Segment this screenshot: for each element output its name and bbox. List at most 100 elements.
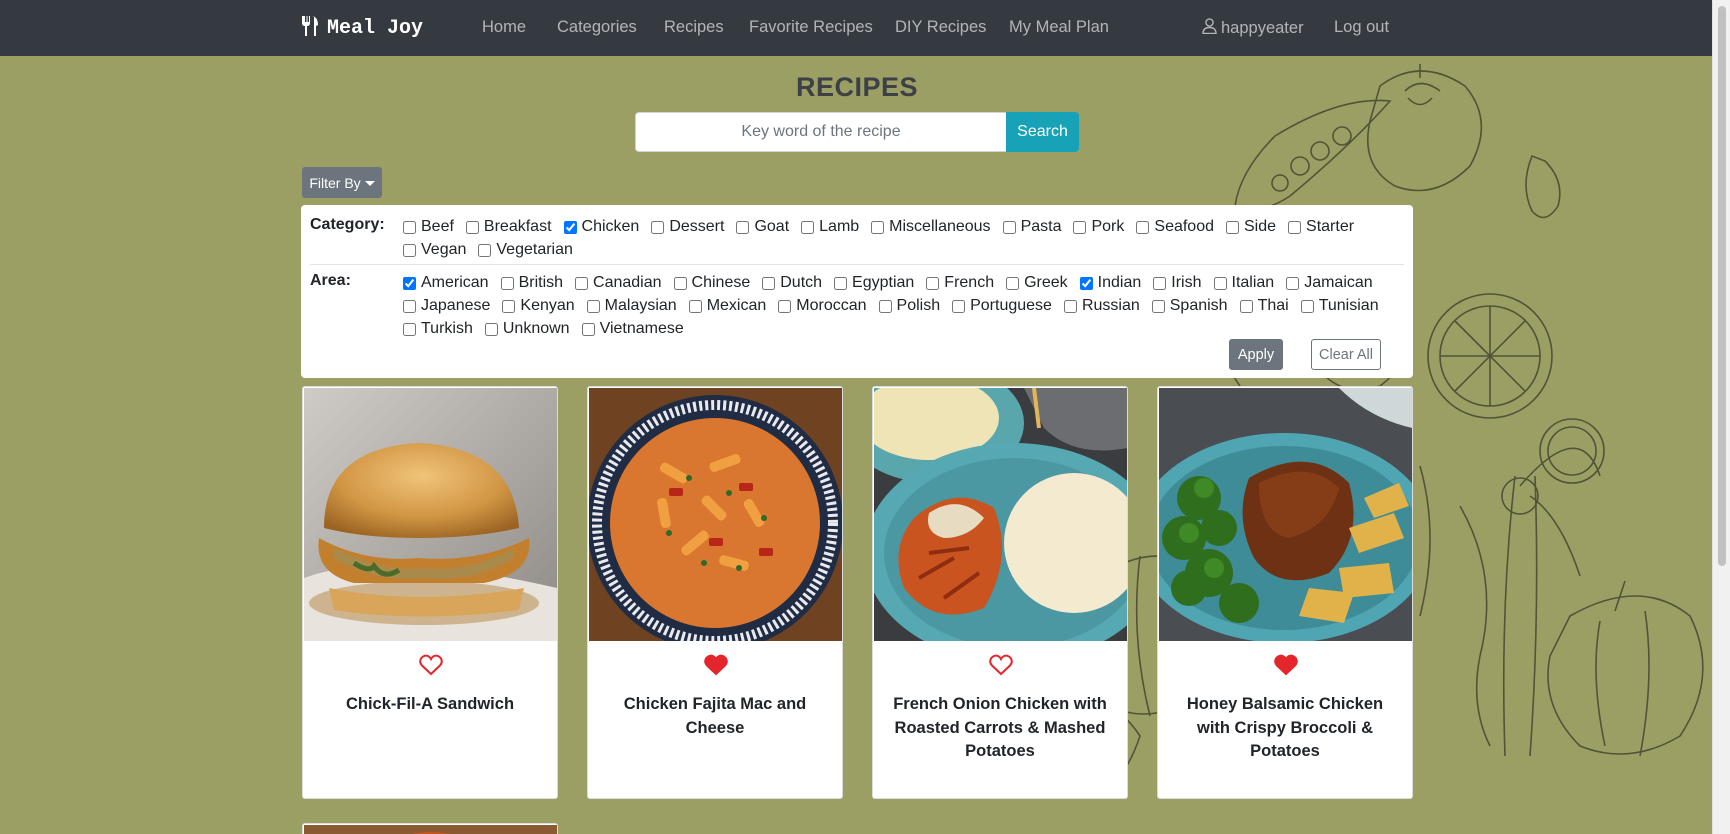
category-option-vegan[interactable]: Vegan xyxy=(403,240,466,260)
recipe-title[interactable]: French Onion Chicken with Roasted Carrot… xyxy=(887,693,1113,764)
area-checkbox-unknown[interactable] xyxy=(484,322,498,336)
category-checkbox-starter[interactable] xyxy=(1288,220,1302,234)
area-checkbox-french[interactable] xyxy=(926,276,940,290)
area-checkbox-vietnamese[interactable] xyxy=(581,322,595,336)
category-option-seafood[interactable]: Seafood xyxy=(1136,217,1214,237)
recipe-card[interactable]: French Onion Chicken with Roasted Carrot… xyxy=(872,386,1128,799)
area-option-egyptian[interactable]: Egyptian xyxy=(834,273,914,293)
category-option-side[interactable]: Side xyxy=(1226,217,1276,237)
recipe-image[interactable] xyxy=(874,388,1127,641)
area-option-jamaican[interactable]: Jamaican xyxy=(1286,273,1373,293)
recipe-image[interactable] xyxy=(1159,388,1412,641)
area-checkbox-jamaican[interactable] xyxy=(1286,276,1300,290)
area-checkbox-british[interactable] xyxy=(500,276,514,290)
area-option-moroccan[interactable]: Moroccan xyxy=(778,296,867,316)
area-checkbox-polish[interactable] xyxy=(878,299,892,313)
category-option-vegetarian[interactable]: Vegetarian xyxy=(478,240,573,260)
logout-link[interactable]: Log out xyxy=(1334,18,1389,37)
category-option-chicken[interactable]: Chicken xyxy=(563,217,639,237)
search-button[interactable]: Search xyxy=(1006,112,1079,152)
filter-by-dropdown-button[interactable]: Filter By xyxy=(302,167,382,198)
area-option-mexican[interactable]: Mexican xyxy=(688,296,766,316)
category-option-goat[interactable]: Goat xyxy=(736,217,789,237)
area-checkbox-dutch[interactable] xyxy=(762,276,776,290)
area-checkbox-canadian[interactable] xyxy=(575,276,589,290)
area-option-vietnamese[interactable]: Vietnamese xyxy=(581,319,684,339)
recipe-card[interactable]: Chick-Fil-A Sandwich xyxy=(302,386,558,799)
category-option-lamb[interactable]: Lamb xyxy=(801,217,859,237)
area-option-spanish[interactable]: Spanish xyxy=(1151,296,1228,316)
category-checkbox-miscellaneous[interactable] xyxy=(871,220,885,234)
area-option-thai[interactable]: Thai xyxy=(1239,296,1289,316)
area-checkbox-portuguese[interactable] xyxy=(952,299,966,313)
recipe-title[interactable]: Chick-Fil-A Sandwich xyxy=(317,693,543,717)
area-checkbox-mexican[interactable] xyxy=(688,299,702,313)
area-option-malaysian[interactable]: Malaysian xyxy=(586,296,677,316)
nav-categories[interactable]: Categories xyxy=(557,18,637,37)
area-option-dutch[interactable]: Dutch xyxy=(762,273,822,293)
area-option-polish[interactable]: Polish xyxy=(878,296,940,316)
area-option-french[interactable]: French xyxy=(926,273,994,293)
category-option-pasta[interactable]: Pasta xyxy=(1002,217,1061,237)
area-option-chinese[interactable]: Chinese xyxy=(673,273,750,293)
category-checkbox-chicken[interactable] xyxy=(563,220,577,234)
recipe-card[interactable]: Chicken Fajita Mac and Cheese xyxy=(587,386,843,799)
area-option-turkish[interactable]: Turkish xyxy=(403,319,473,339)
nav-favorite-recipes[interactable]: Favorite Recipes xyxy=(749,18,873,37)
area-option-indian[interactable]: Indian xyxy=(1079,273,1141,293)
category-option-dessert[interactable]: Dessert xyxy=(651,217,724,237)
area-checkbox-kenyan[interactable] xyxy=(502,299,516,313)
area-checkbox-japanese[interactable] xyxy=(403,299,416,313)
area-checkbox-thai[interactable] xyxy=(1239,299,1253,313)
category-checkbox-pork[interactable] xyxy=(1073,220,1087,234)
category-option-starter[interactable]: Starter xyxy=(1288,217,1354,237)
area-checkbox-indian[interactable] xyxy=(1079,276,1093,290)
apply-filter-button[interactable]: Apply xyxy=(1229,339,1283,370)
area-checkbox-russian[interactable] xyxy=(1063,299,1077,313)
area-option-portuguese[interactable]: Portuguese xyxy=(952,296,1052,316)
category-option-beef[interactable]: Beef xyxy=(403,217,454,237)
recipe-image[interactable] xyxy=(589,388,842,641)
category-option-pork[interactable]: Pork xyxy=(1073,217,1124,237)
area-checkbox-spanish[interactable] xyxy=(1151,299,1165,313)
category-checkbox-lamb[interactable] xyxy=(801,220,815,234)
area-option-american[interactable]: American xyxy=(403,273,489,293)
vertical-scrollbar[interactable] xyxy=(1712,0,1730,834)
area-checkbox-irish[interactable] xyxy=(1153,276,1167,290)
category-checkbox-beef[interactable] xyxy=(403,220,416,234)
area-checkbox-moroccan[interactable] xyxy=(778,299,792,313)
category-checkbox-side[interactable] xyxy=(1226,220,1239,234)
recipe-card-partial[interactable] xyxy=(302,823,558,834)
area-checkbox-malaysian[interactable] xyxy=(586,299,600,313)
favorite-heart-outline-icon[interactable] xyxy=(419,654,443,676)
user-profile-link[interactable]: happyeater xyxy=(1202,18,1304,39)
brand-logo[interactable]: Meal Joy xyxy=(301,14,423,42)
category-checkbox-breakfast[interactable] xyxy=(465,220,479,234)
area-option-irish[interactable]: Irish xyxy=(1153,273,1202,293)
recipe-card[interactable]: Honey Balsamic Chicken with Crispy Brocc… xyxy=(1157,386,1413,799)
category-checkbox-vegetarian[interactable] xyxy=(478,243,492,257)
category-checkbox-pasta[interactable] xyxy=(1002,220,1016,234)
nav-my-meal-plan[interactable]: My Meal Plan xyxy=(1009,18,1109,37)
scrollbar-thumb[interactable] xyxy=(1718,6,1726,566)
area-checkbox-american[interactable] xyxy=(403,276,416,290)
area-option-british[interactable]: British xyxy=(500,273,563,293)
area-option-japanese[interactable]: Japanese xyxy=(403,296,490,316)
favorite-heart-filled-icon[interactable] xyxy=(704,654,728,676)
nav-diy-recipes[interactable]: DIY Recipes xyxy=(895,18,986,37)
area-checkbox-chinese[interactable] xyxy=(673,276,687,290)
recipe-search-input[interactable] xyxy=(635,112,1006,152)
area-checkbox-greek[interactable] xyxy=(1006,276,1020,290)
recipe-image[interactable] xyxy=(304,388,557,641)
category-checkbox-seafood[interactable] xyxy=(1136,220,1150,234)
area-option-kenyan[interactable]: Kenyan xyxy=(502,296,575,316)
clear-all-button[interactable]: Clear All xyxy=(1311,339,1381,370)
category-option-miscellaneous[interactable]: Miscellaneous xyxy=(871,217,991,237)
area-option-greek[interactable]: Greek xyxy=(1006,273,1068,293)
area-option-unknown[interactable]: Unknown xyxy=(484,319,570,339)
area-option-italian[interactable]: Italian xyxy=(1213,273,1274,293)
area-option-tunisian[interactable]: Tunisian xyxy=(1300,296,1379,316)
area-option-russian[interactable]: Russian xyxy=(1063,296,1140,316)
area-option-canadian[interactable]: Canadian xyxy=(575,273,662,293)
favorite-heart-filled-icon[interactable] xyxy=(1274,654,1298,676)
